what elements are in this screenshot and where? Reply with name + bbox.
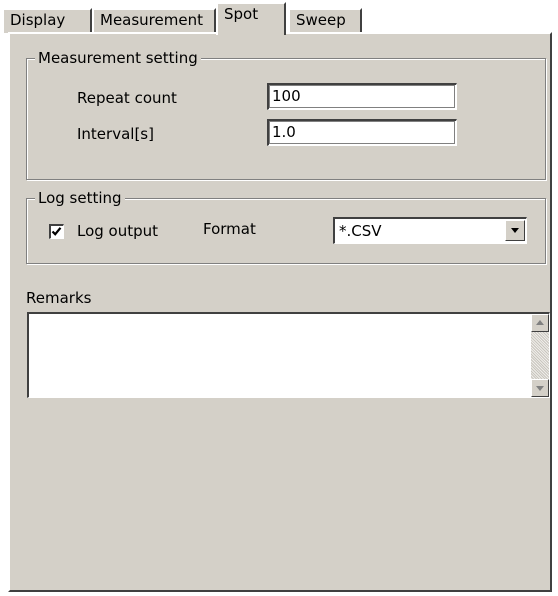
measurement-setting-title: Measurement setting — [35, 48, 201, 68]
tab-display[interactable]: Display — [2, 8, 92, 33]
triangle-up-icon — [536, 320, 544, 325]
triangle-down-icon — [511, 228, 519, 233]
measurement-setting-group: Measurement setting Repeat count 100 Int… — [26, 48, 546, 180]
remarks-label: Remarks — [26, 289, 92, 307]
format-dropdown-button[interactable] — [505, 220, 525, 241]
format-value: *.CSV — [339, 222, 382, 240]
log-output-checkbox[interactable] — [49, 224, 64, 239]
repeat-count-value: 100 — [272, 87, 301, 105]
log-output-label[interactable]: Log output — [77, 221, 158, 241]
tab-panel-spot: Measurement setting Repeat count 100 Int… — [8, 32, 552, 592]
tab-spot[interactable]: Spot — [216, 2, 286, 35]
interval-label: Interval[s] — [77, 125, 154, 143]
interval-input[interactable]: 1.0 — [267, 119, 457, 146]
log-setting-title: Log setting — [35, 188, 125, 208]
tab-measurement-label: Measurement — [100, 11, 203, 29]
tab-display-label: Display — [10, 11, 66, 29]
tab-sweep[interactable]: Sweep — [288, 8, 362, 33]
repeat-count-label: Repeat count — [77, 89, 177, 107]
log-setting-group: Log setting Log output Format *.CSV — [26, 188, 546, 264]
repeat-count-input[interactable]: 100 — [267, 83, 457, 110]
triangle-down-icon — [536, 386, 544, 391]
scroll-up-button[interactable] — [531, 314, 549, 332]
tab-strip: Display Measurement Spot Sweep — [0, 0, 558, 35]
check-icon — [51, 227, 62, 236]
tab-measurement[interactable]: Measurement — [92, 8, 216, 33]
remarks-textarea[interactable] — [27, 312, 550, 398]
remarks-scrollbar[interactable] — [531, 314, 549, 397]
tab-spot-label: Spot — [224, 5, 259, 23]
format-label: Format — [203, 220, 256, 238]
interval-value: 1.0 — [272, 123, 296, 141]
tab-sweep-label: Sweep — [296, 11, 346, 29]
scroll-down-button[interactable] — [531, 379, 549, 397]
format-combobox[interactable]: *.CSV — [333, 217, 527, 244]
